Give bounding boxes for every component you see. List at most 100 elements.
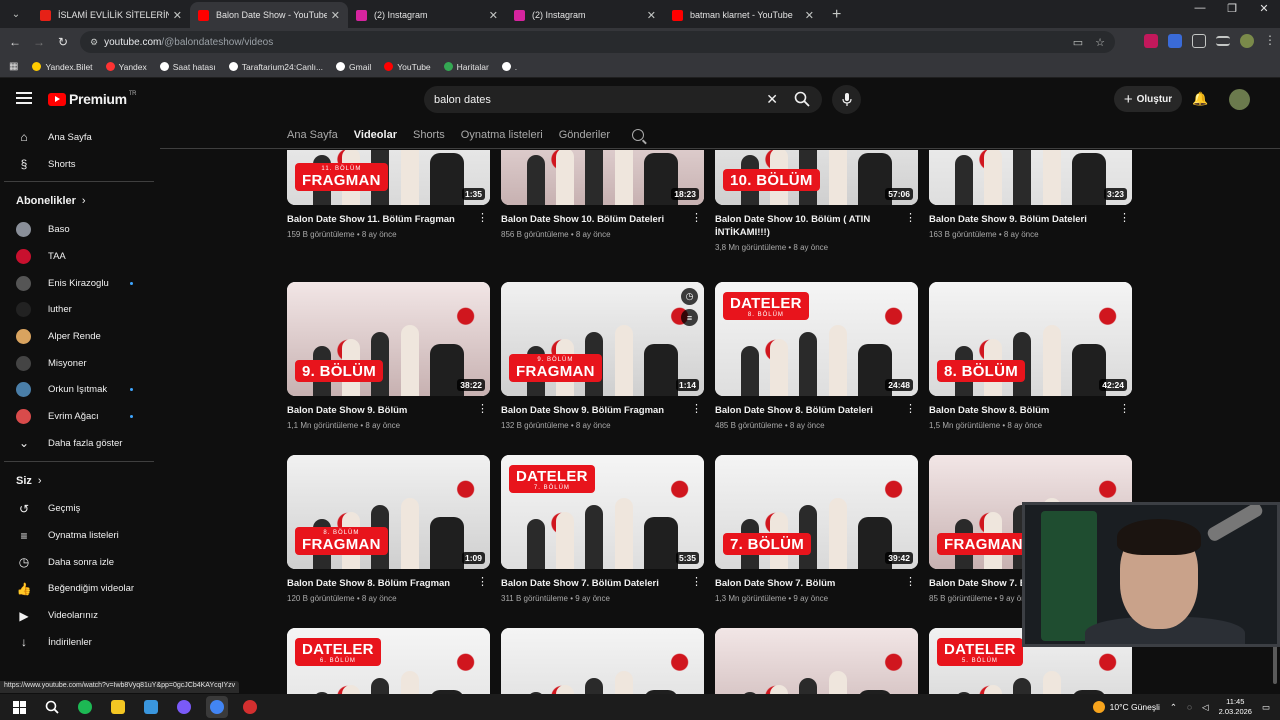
- video-card[interactable]: 8. BÖLÜM FRAGMAN 1:09 Balon Date Show 8. Bö…: [287, 455, 490, 603]
- sidebar-item[interactable]: ↓ İndirilenler: [0, 629, 156, 656]
- close-window-icon[interactable]: ✕: [1248, 2, 1280, 15]
- video-card[interactable]: 7. BÖLÜM 39:42 Balon Date Show 7. Bölüm 1,3…: [715, 455, 918, 603]
- video-card[interactable]: 9. BÖLÜM FRAGMAN 1:14 ◷ ≡ Balon Date Show 9. …: [501, 282, 704, 430]
- video-thumbnail[interactable]: [501, 628, 704, 694]
- add-to-queue-icon[interactable]: ≡: [681, 309, 698, 326]
- network-icon[interactable]: ◌: [1187, 702, 1192, 712]
- cast-icon[interactable]: ▭: [1073, 36, 1083, 49]
- create-button[interactable]: + Oluştur: [1114, 86, 1182, 112]
- channel-tab[interactable]: Videolar: [354, 129, 397, 141]
- notifications-bell-icon[interactable]: 🔔: [1192, 91, 1208, 107]
- video-card[interactable]: DATELER 6. BÖLÜM: [287, 628, 490, 694]
- more-actions-icon[interactable]: ⋮: [691, 213, 702, 224]
- hamburger-menu-icon[interactable]: [16, 92, 32, 104]
- subscriptions-heading[interactable]: Abonelikler ›: [0, 186, 156, 216]
- clear-search-icon[interactable]: ✕: [766, 91, 778, 108]
- bookmark-item[interactable]: .: [501, 62, 517, 72]
- video-title[interactable]: Balon Date Show 9. Bölüm: [287, 404, 472, 417]
- video-thumbnail[interactable]: 10. BÖLÜM 57:06: [715, 150, 918, 205]
- back-icon[interactable]: ←: [3, 35, 27, 49]
- bookmark-item[interactable]: Yandex: [105, 62, 147, 72]
- puzzle-icon[interactable]: [1192, 34, 1206, 48]
- more-actions-icon[interactable]: ⋮: [477, 577, 488, 588]
- taskbar-app-icon[interactable]: [140, 696, 162, 718]
- bookmark-item[interactable]: Yandex.Bilet: [32, 62, 93, 72]
- video-thumbnail[interactable]: 8. BÖLÜM 42:24: [929, 282, 1132, 396]
- site-info-icon[interactable]: ⚙: [90, 37, 98, 48]
- channel-tab[interactable]: Oynatma listeleri: [461, 129, 543, 141]
- taskbar-app-icon[interactable]: [239, 696, 261, 718]
- video-title[interactable]: Balon Date Show 11. Bölüm Fragman: [287, 213, 472, 226]
- bookmark-item[interactable]: YouTube: [384, 62, 431, 72]
- video-card[interactable]: DATELER 8. BÖLÜM 24:48 Balon Date Show 8. B…: [715, 282, 918, 430]
- taskbar-app-icon[interactable]: [173, 696, 195, 718]
- channel-search-icon[interactable]: [632, 129, 645, 141]
- video-thumbnail[interactable]: DATELER 6. BÖLÜM: [287, 628, 490, 694]
- video-card[interactable]: 3:23 Balon Date Show 9. Bölüm Dateleri 163…: [929, 150, 1132, 239]
- browser-tab[interactable]: İSLAMİ EVLİLİK SİTELERİNE ERK ✕: [32, 2, 190, 28]
- extension-icon[interactable]: [1168, 34, 1182, 48]
- video-card[interactable]: 9. BÖLÜM 38:22 Balon Date Show 9. Bölüm 1,1…: [287, 282, 490, 430]
- more-actions-icon[interactable]: ⋮: [905, 577, 916, 588]
- start-windows-icon[interactable]: [8, 696, 30, 718]
- show-more-button[interactable]: ⌄ Daha fazla göster: [0, 430, 156, 457]
- channel-tab[interactable]: Ana Sayfa: [287, 129, 338, 141]
- bookmark-star-icon[interactable]: ☆: [1095, 36, 1105, 49]
- media-icon[interactable]: [1216, 36, 1230, 46]
- sidebar-item[interactable]: 👍 Beğendiğim videolar: [0, 576, 156, 603]
- browser-tab[interactable]: batman klarnet - YouTube ✕: [664, 2, 822, 28]
- extension-icon[interactable]: [1144, 34, 1158, 48]
- you-heading[interactable]: Siz ›: [0, 466, 156, 496]
- search-icon[interactable]: [794, 91, 810, 107]
- notifications-icon[interactable]: ▭: [1262, 702, 1270, 713]
- tab-close-icon[interactable]: ✕: [331, 9, 340, 22]
- video-title[interactable]: Balon Date Show 9. Bölüm Fragman: [501, 404, 686, 417]
- video-title[interactable]: Balon Date Show 7. Bölüm: [715, 577, 900, 590]
- channel-tab[interactable]: Shorts: [413, 129, 445, 141]
- chevron-up-icon[interactable]: ⌃: [1170, 702, 1177, 713]
- apps-grid-icon[interactable]: ▦: [9, 61, 18, 72]
- video-thumbnail[interactable]: 11. BÖLÜM FRAGMAN 1:35: [287, 150, 490, 205]
- browser-tab[interactable]: (2) Instagram ✕: [506, 2, 664, 28]
- subscription-item[interactable]: Orkun Işıtmak: [0, 377, 156, 404]
- browser-tab[interactable]: Balon Date Show - YouTube ✕: [190, 2, 348, 28]
- forward-icon[interactable]: →: [27, 35, 51, 49]
- video-thumbnail[interactable]: 7. BÖLÜM 39:42: [715, 455, 918, 569]
- bookmark-item[interactable]: Taraftarium24:Canlı...: [228, 62, 323, 72]
- reload-icon[interactable]: ↻: [51, 35, 75, 49]
- bookmark-item[interactable]: Haritalar: [443, 62, 489, 72]
- weather-widget[interactable]: 10°C Güneşli: [1092, 701, 1160, 713]
- video-title[interactable]: Balon Date Show 10. Bölüm ( ATIN İNTİKAM…: [715, 213, 900, 239]
- video-card[interactable]: 8. BÖLÜM 42:24 Balon Date Show 8. Bölüm 1,5…: [929, 282, 1132, 430]
- account-avatar[interactable]: [1229, 89, 1250, 110]
- video-thumbnail[interactable]: 9. BÖLÜM 38:22: [287, 282, 490, 396]
- video-title[interactable]: Balon Date Show 10. Bölüm Dateleri: [501, 213, 686, 226]
- subscription-item[interactable]: Misyoner: [0, 350, 156, 377]
- search-icon[interactable]: [41, 696, 63, 718]
- channel-tab[interactable]: Gönderiler: [559, 129, 610, 141]
- video-card[interactable]: [501, 628, 704, 694]
- sidebar-item[interactable]: ≡ Oynatma listeleri: [0, 522, 156, 549]
- tab-close-icon[interactable]: ✕: [489, 9, 498, 22]
- volume-icon[interactable]: ◁: [1202, 702, 1209, 713]
- sidebar-item[interactable]: § Shorts: [0, 151, 156, 178]
- subscription-item[interactable]: Enis Kirazoglu: [0, 270, 156, 297]
- taskbar-app-icon[interactable]: [206, 696, 228, 718]
- video-title[interactable]: Balon Date Show 7. Bölüm Dateleri: [501, 577, 686, 590]
- video-card[interactable]: 10. BÖLÜM 57:06 Balon Date Show 10. Bölüm …: [715, 150, 918, 252]
- bookmark-item[interactable]: Saat hatası: [159, 62, 216, 72]
- video-thumbnail[interactable]: 3:23: [929, 150, 1132, 205]
- video-title[interactable]: Balon Date Show 8. Bölüm Dateleri: [715, 404, 900, 417]
- video-card[interactable]: 11. BÖLÜM FRAGMAN 1:35 Balon Date Show 11. …: [287, 150, 490, 239]
- video-card[interactable]: DATELER 7. BÖLÜM 5:35 Balon Date Show 7. Bö…: [501, 455, 704, 603]
- sidebar-item[interactable]: ⌂ Ana Sayfa: [0, 124, 156, 151]
- browser-tab[interactable]: (2) Instagram ✕: [348, 2, 506, 28]
- voice-search-icon[interactable]: [832, 85, 861, 114]
- taskbar-app-icon[interactable]: [107, 696, 129, 718]
- url-field[interactable]: ⚙ youtube.com/@balondateshow/videos ▭ ☆: [80, 31, 1115, 53]
- youtube-premium-logo[interactable]: Premium TR: [48, 91, 137, 107]
- sidebar-item[interactable]: ▶ Videolarınız: [0, 602, 156, 629]
- restore-icon[interactable]: ❐: [1216, 2, 1248, 15]
- more-actions-icon[interactable]: ⋮: [691, 404, 702, 415]
- bookmark-item[interactable]: Gmail: [336, 62, 371, 72]
